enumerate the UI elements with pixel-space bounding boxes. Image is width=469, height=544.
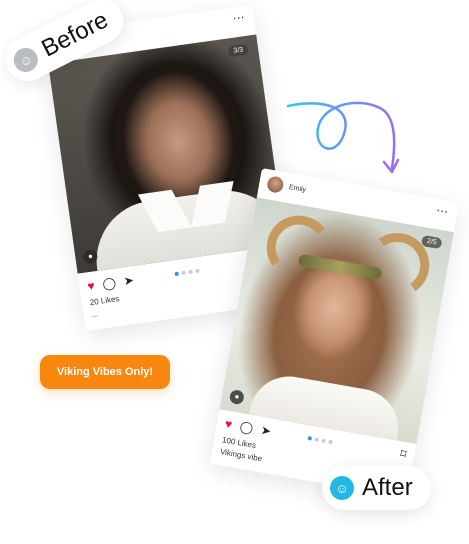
post-header: Emily <box>266 175 307 198</box>
heart-icon[interactable]: ♥ <box>224 417 233 432</box>
bookmark-icon[interactable]: ⌑ <box>399 446 408 461</box>
more-options-icon[interactable]: ⋯ <box>435 203 450 219</box>
smiley-icon: ☺ <box>330 476 354 500</box>
viking-vibes-tag[interactable]: Viking Vibes Only! <box>40 355 170 389</box>
share-icon[interactable]: ➤ <box>260 423 272 439</box>
after-photo: 2/5 ● <box>219 197 454 445</box>
caption: ... <box>90 309 99 320</box>
carousel-dots <box>307 436 333 445</box>
user-tag-icon[interactable]: ● <box>228 389 245 406</box>
image-counter: 3/3 <box>227 43 249 58</box>
username[interactable]: Emily <box>289 184 307 194</box>
curved-arrow <box>286 101 400 174</box>
after-badge: ☺ After <box>322 466 431 510</box>
comment-icon[interactable]: ◯ <box>102 275 117 291</box>
likes-count: 20 Likes <box>89 294 120 308</box>
share-icon[interactable]: ➤ <box>123 273 135 288</box>
heart-icon[interactable]: ♥ <box>87 278 96 293</box>
caption: Vikings vibe <box>219 447 263 464</box>
comment-icon[interactable]: ◯ <box>239 419 255 435</box>
smiley-icon: ☺ <box>9 43 42 77</box>
more-options-icon[interactable]: ⋯ <box>232 10 247 26</box>
after-label: After <box>362 474 413 501</box>
carousel-dots <box>174 268 200 277</box>
avatar[interactable] <box>266 175 285 194</box>
